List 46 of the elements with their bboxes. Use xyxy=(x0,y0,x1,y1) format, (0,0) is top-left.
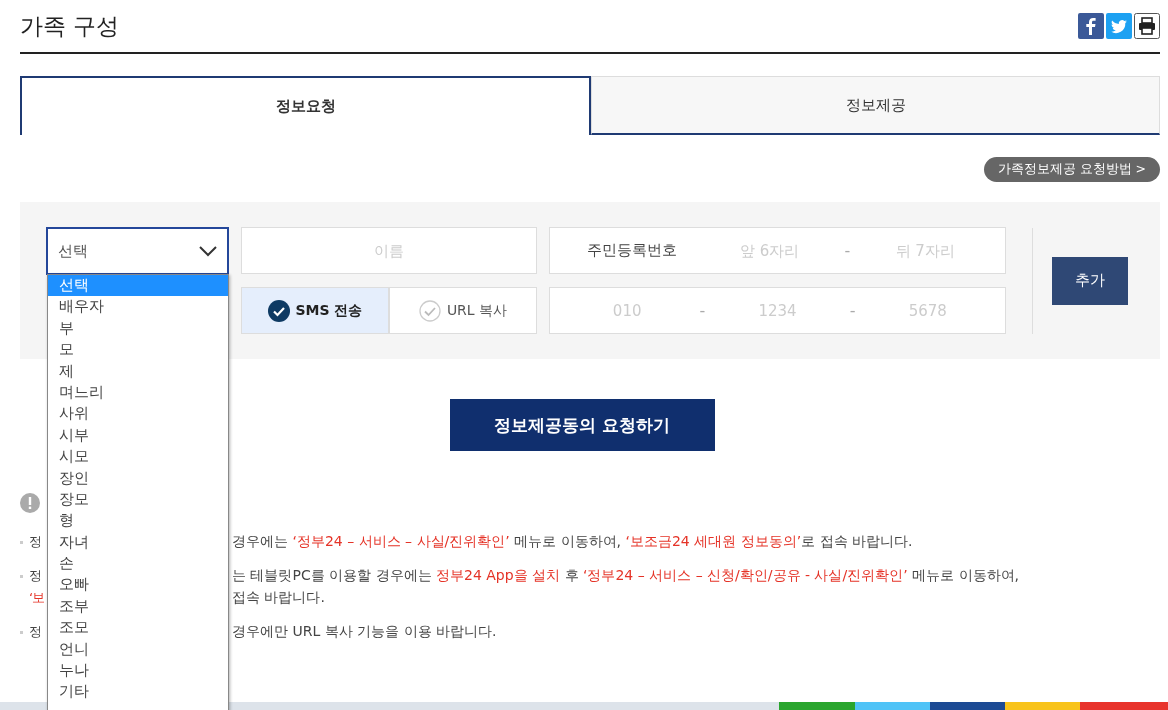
dropdown-option[interactable]: 조부 xyxy=(48,595,228,618)
separator: - xyxy=(843,241,852,260)
dropdown-option[interactable]: 언니 xyxy=(48,638,228,661)
page-title: 가족 구성 xyxy=(20,11,120,41)
notice-text: 정 xyxy=(29,534,41,549)
dropdown-option[interactable]: 장모 xyxy=(48,488,228,511)
check-circle-icon xyxy=(267,299,290,322)
notice-text: 정 xyxy=(29,568,41,583)
facebook-icon[interactable] xyxy=(1078,13,1104,39)
dropdown-option[interactable]: 시부 xyxy=(48,424,228,447)
notice-text: 접속 바랍니다. xyxy=(232,589,325,607)
separator: - xyxy=(698,301,707,320)
notice-text: 경우에만 URL 복사 기능을 이용 바랍니다. xyxy=(232,623,497,641)
dropdown-option[interactable]: 조모 xyxy=(48,617,228,639)
dropdown-option[interactable]: 사위 xyxy=(48,403,228,425)
dropdown-option[interactable]: 기타 xyxy=(48,681,228,703)
dropdown-option[interactable]: 부 xyxy=(48,317,228,340)
dropdown-option[interactable]: 오빠 xyxy=(48,574,228,596)
help-link-button[interactable]: 가족정보제공 요청방법 > xyxy=(983,157,1160,182)
resident-number-label: 주민등록번호 xyxy=(586,241,678,260)
add-button[interactable]: 추가 xyxy=(1051,256,1128,305)
dropdown-option[interactable]: 제 xyxy=(48,360,228,382)
chevron-down-icon xyxy=(199,245,217,257)
print-icon[interactable] xyxy=(1134,13,1160,39)
check-circle-icon xyxy=(418,299,441,322)
notice-text: 정 xyxy=(29,624,41,639)
notice-text: 경우에는 ‘정부24 – 서비스 – 사실/진위확인’ 메뉴로 이동하여, ‘보조금24 세대원 정보동의’로 접속 바랍니다. xyxy=(232,533,913,551)
notice-text: ‘보 xyxy=(29,590,45,605)
dropdown-option[interactable]: 장인 xyxy=(48,467,228,489)
tab[interactable]: 정보요청 xyxy=(20,76,591,135)
dropdown-option[interactable]: 모 xyxy=(48,339,228,361)
dropdown-option[interactable]: 시모 xyxy=(48,446,228,468)
notice-text: 는 테블릿PC를 이용할 경우에는 정부24 App을 설치 후 ‘정부24 – 서비스 – 신청/확인/공유 - 사실/진위확인’ 메뉴로 이동하여, xyxy=(232,567,1019,585)
send-option[interactable]: URL 복사 xyxy=(389,287,537,334)
tab[interactable]: 정보제공 xyxy=(591,76,1160,135)
dropdown-option[interactable]: 누나 xyxy=(48,660,228,682)
dropdown-option[interactable]: 손 xyxy=(48,553,228,575)
dropdown-option[interactable]: 배우자 xyxy=(48,296,228,318)
relation-select[interactable]: 선택 xyxy=(46,227,229,275)
send-option[interactable]: SMS 전송 xyxy=(241,287,389,334)
dropdown-option[interactable]: 자녀 xyxy=(48,531,228,554)
alert-icon xyxy=(20,493,40,513)
dropdown-option[interactable]: 형 xyxy=(48,510,228,532)
request-consent-button[interactable]: 정보제공동의 요청하기 xyxy=(449,399,715,451)
separator: - xyxy=(848,301,857,320)
dropdown-option[interactable]: 며느리 xyxy=(48,381,228,404)
